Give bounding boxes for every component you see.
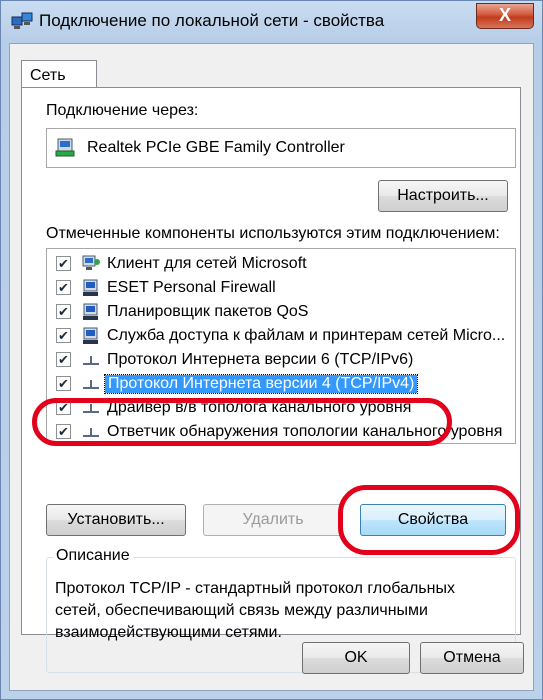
checkbox[interactable]: ✔ xyxy=(56,256,71,271)
checkbox[interactable]: ✔ xyxy=(56,280,71,295)
checkbox[interactable]: ✔ xyxy=(56,352,71,367)
list-item-label: Планировщик пакетов QoS xyxy=(107,303,309,320)
list-item-selected[interactable]: ✔ Протокол Интернета версии 4 (TCP/IPv4) xyxy=(47,372,515,396)
network-adapter-icon xyxy=(55,138,75,157)
description-title: Описание xyxy=(53,547,133,565)
annotation-oval-properties xyxy=(338,485,520,555)
annotation-oval-ipv4 xyxy=(32,398,452,446)
checkbox[interactable]: ✔ xyxy=(56,304,71,319)
network-service-icon xyxy=(83,327,98,344)
list-item-label: ESET Personal Firewall xyxy=(107,279,276,296)
adapter-field: Realtek PCIe GBE Family Controller xyxy=(46,128,516,168)
components-label: Отмеченные компоненты используются этим … xyxy=(46,225,500,242)
network-service-icon xyxy=(83,303,98,320)
adapter-name: Realtek PCIe GBE Family Controller xyxy=(87,139,345,156)
network-client-icon xyxy=(82,255,100,270)
install-button[interactable]: Установить... xyxy=(46,504,186,536)
tab-network[interactable]: Сеть xyxy=(21,60,97,88)
window-title: Подключение по локальной сети - свойства xyxy=(39,11,385,30)
title-bar[interactable]: Подключение по локальной сети - свойства… xyxy=(1,1,542,43)
list-item[interactable]: ✔ Клиент для сетей Microsoft xyxy=(47,252,515,276)
description-text: Протокол TCP/IP - стандартный протокол г… xyxy=(55,580,455,641)
network-connection-icon xyxy=(11,12,33,29)
list-item-label: Протокол Интернета версии 6 (TCP/IPv6) xyxy=(107,351,414,368)
configure-button[interactable]: Настроить... xyxy=(378,180,508,212)
list-item[interactable]: ✔ Планировщик пакетов QoS xyxy=(47,300,515,324)
list-item-label: Протокол Интернета версии 4 (TCP/IPv4) xyxy=(103,374,419,394)
protocol-icon xyxy=(83,356,99,365)
properties-window: Подключение по локальной сети - свойства… xyxy=(0,0,543,700)
protocol-icon xyxy=(83,380,99,389)
list-item[interactable]: ✔ Протокол Интернета версии 6 (TCP/IPv6) xyxy=(47,348,515,372)
tab-panel-network: Подключение через: Realtek PCIe GBE Fami… xyxy=(21,87,521,673)
remove-button[interactable]: Удалить xyxy=(203,504,343,536)
connect-using-label: Подключение через: xyxy=(46,102,199,119)
checkbox[interactable]: ✔ xyxy=(56,376,71,391)
list-item-label: Служба доступа к файлам и принтерам сете… xyxy=(107,327,506,344)
list-item[interactable]: ✔ ESET Personal Firewall xyxy=(47,276,515,300)
close-button[interactable]: X xyxy=(476,3,534,29)
cancel-button[interactable]: Отмена xyxy=(420,642,524,674)
network-service-icon xyxy=(83,279,98,296)
ok-button[interactable]: OK xyxy=(302,642,410,674)
list-item[interactable]: ✔ Служба доступа к файлам и принтерам се… xyxy=(47,324,515,348)
checkbox[interactable]: ✔ xyxy=(56,328,71,343)
list-item-label: Клиент для сетей Microsoft xyxy=(107,255,307,272)
dialog-client-area: Сеть Подключение через: Realtek PCIe GBE… xyxy=(9,43,534,691)
